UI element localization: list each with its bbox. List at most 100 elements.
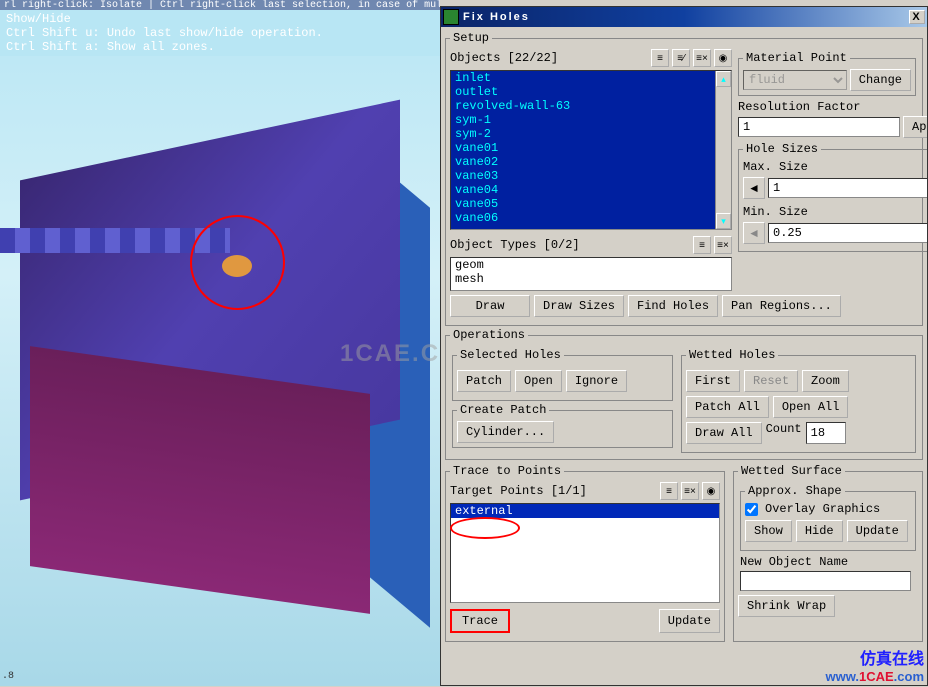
reset-button[interactable]: Reset — [744, 370, 798, 392]
count-value — [806, 422, 846, 444]
draw-all-button[interactable]: Draw All — [686, 422, 762, 444]
hint-line: Ctrl Shift a: Show all zones. — [6, 40, 434, 54]
list-item[interactable]: revolved-wall-63 — [451, 99, 731, 113]
first-button[interactable]: First — [686, 370, 740, 392]
hide-button[interactable]: Hide — [796, 520, 843, 542]
top-hint-bar: rl right-click: Isolate | Ctrl right-cli… — [0, 0, 440, 10]
hint-title: Show/Hide — [6, 12, 434, 26]
hole-sizes-group: Hole Sizes Max. Size ◄ ► Min. Size ◄ ► — [738, 142, 927, 252]
deselect-button[interactable]: ≡× — [681, 482, 699, 500]
list-item[interactable]: outlet — [451, 85, 731, 99]
resolution-input[interactable] — [738, 117, 900, 137]
list-item[interactable]: vane06 — [451, 211, 731, 225]
update-button[interactable]: Update — [659, 609, 720, 633]
zoom-button[interactable]: Zoom — [802, 370, 849, 392]
fix-holes-dialog: Fix Holes X Setup Objects [22/22] ≡ ≡⁄ ≡… — [440, 6, 928, 686]
list-item[interactable]: external — [451, 504, 719, 518]
trace-legend: Trace to Points — [450, 464, 564, 478]
viewport-3d[interactable]: rl right-click: Isolate | Ctrl right-cli… — [0, 0, 440, 686]
wetted-surface-group: Wetted Surface Approx. Shape Overlay Gra… — [733, 464, 923, 642]
shrink-wrap-button[interactable]: Shrink Wrap — [738, 595, 835, 617]
select-visible-button[interactable]: ◉ — [702, 482, 720, 500]
resolution-label: Resolution Factor — [738, 100, 860, 114]
wetted-holes-legend: Wetted Holes — [686, 348, 778, 362]
list-item[interactable]: vane04 — [451, 183, 731, 197]
count-label: Count — [766, 422, 802, 444]
branding-cn: 仿真在线 — [826, 645, 925, 669]
change-button[interactable]: Change — [850, 69, 911, 91]
select-all-button[interactable]: ≡ — [660, 482, 678, 500]
selected-holes-legend: Selected Holes — [457, 348, 564, 362]
decrease-button[interactable]: ◄ — [743, 177, 765, 199]
material-combo[interactable]: fluid — [743, 70, 847, 90]
select-pattern-button[interactable]: ≡⁄ — [672, 49, 690, 67]
selected-holes-group: Selected Holes Patch Open Ignore — [452, 348, 673, 401]
list-item[interactable]: vane01 — [451, 141, 731, 155]
list-item[interactable]: vane03 — [451, 169, 731, 183]
app-icon — [443, 9, 459, 25]
list-item[interactable]: vane05 — [451, 197, 731, 211]
list-item[interactable]: mesh — [451, 272, 731, 286]
approx-shape-group: Approx. Shape Overlay Graphics Show Hide… — [740, 484, 916, 551]
open-button[interactable]: Open — [515, 370, 562, 392]
deselect-button[interactable]: ≡× — [693, 49, 711, 67]
show-button[interactable]: Show — [745, 520, 792, 542]
target-list[interactable]: external — [450, 503, 720, 603]
max-size-input[interactable] — [768, 178, 927, 198]
wetted-surface-legend: Wetted Surface — [738, 464, 845, 478]
setup-group: Setup Objects [22/22] ≡ ≡⁄ ≡× ◉ ▴▾ — [445, 31, 923, 326]
patch-all-button[interactable]: Patch All — [686, 396, 769, 418]
watermark: 1CAE.COM — [340, 340, 440, 368]
create-patch-legend: Create Patch — [457, 403, 549, 417]
model-3d[interactable]: 1CAE.COM — [0, 80, 440, 620]
close-button[interactable]: X — [909, 10, 925, 24]
apply-button[interactable]: Apply — [903, 116, 927, 138]
trace-button[interactable]: Trace — [450, 609, 510, 633]
ignore-button[interactable]: Ignore — [566, 370, 627, 392]
hint-box: Show/Hide Ctrl Shift u: Undo last show/h… — [0, 10, 440, 56]
scrollbar[interactable]: ▴▾ — [715, 71, 731, 229]
decrease-button[interactable]: ◄ — [743, 222, 765, 244]
draw-button[interactable]: Draw — [450, 295, 530, 317]
patch-button[interactable]: Patch — [457, 370, 511, 392]
wetted-holes-group: Wetted Holes First Reset Zoom Patch All … — [681, 348, 916, 453]
objects-list[interactable]: ▴▾ inlet outlet revolved-wall-63 sym-1 s… — [450, 70, 732, 230]
update-button[interactable]: Update — [847, 520, 908, 542]
titlebar[interactable]: Fix Holes X — [441, 7, 927, 27]
types-label: Object Types [0/2] — [450, 238, 580, 252]
min-size-label: Min. Size — [743, 205, 808, 219]
open-all-button[interactable]: Open All — [773, 396, 849, 418]
types-list[interactable]: geom mesh — [450, 257, 732, 291]
hole-sizes-legend: Hole Sizes — [743, 142, 821, 156]
list-item[interactable]: vane02 — [451, 155, 731, 169]
select-all-button[interactable]: ≡ — [651, 49, 669, 67]
cylinder-button[interactable]: Cylinder... — [457, 421, 554, 443]
select-all-button[interactable]: ≡ — [693, 236, 711, 254]
operations-group: Operations Selected Holes Patch Open Ign… — [445, 328, 923, 460]
dialog-title: Fix Holes — [463, 11, 530, 23]
targets-label: Target Points [1/1] — [450, 484, 587, 498]
list-item[interactable]: sym-1 — [451, 113, 731, 127]
pan-regions-button[interactable]: Pan Regions... — [722, 295, 841, 317]
objects-label: Objects [22/22] — [450, 51, 558, 65]
hint-line: Ctrl Shift u: Undo last show/hide operat… — [6, 26, 434, 40]
list-item[interactable]: inlet — [451, 71, 731, 85]
overlay-checkbox[interactable]: Overlay Graphics — [745, 502, 911, 516]
create-patch-group: Create Patch Cylinder... — [452, 403, 673, 448]
branding: 仿真在线 www.1CAE.com — [826, 645, 925, 684]
operations-legend: Operations — [450, 328, 528, 342]
new-name-input[interactable] — [740, 571, 911, 591]
list-item[interactable]: sym-2 — [451, 127, 731, 141]
deselect-button[interactable]: ≡× — [714, 236, 732, 254]
find-holes-button[interactable]: Find Holes — [628, 295, 718, 317]
select-visible-button[interactable]: ◉ — [714, 49, 732, 67]
list-item[interactable]: geom — [451, 258, 731, 272]
approx-shape-legend: Approx. Shape — [745, 484, 845, 498]
overlay-check-input[interactable] — [745, 503, 758, 516]
material-point-group: Material Point fluid Change — [738, 51, 916, 96]
min-size-input[interactable] — [768, 223, 927, 243]
material-legend: Material Point — [743, 51, 850, 65]
draw-sizes-button[interactable]: Draw Sizes — [534, 295, 624, 317]
trace-group: Trace to Points Target Points [1/1] ≡ ≡×… — [445, 464, 725, 642]
highlight-circle — [190, 215, 285, 310]
